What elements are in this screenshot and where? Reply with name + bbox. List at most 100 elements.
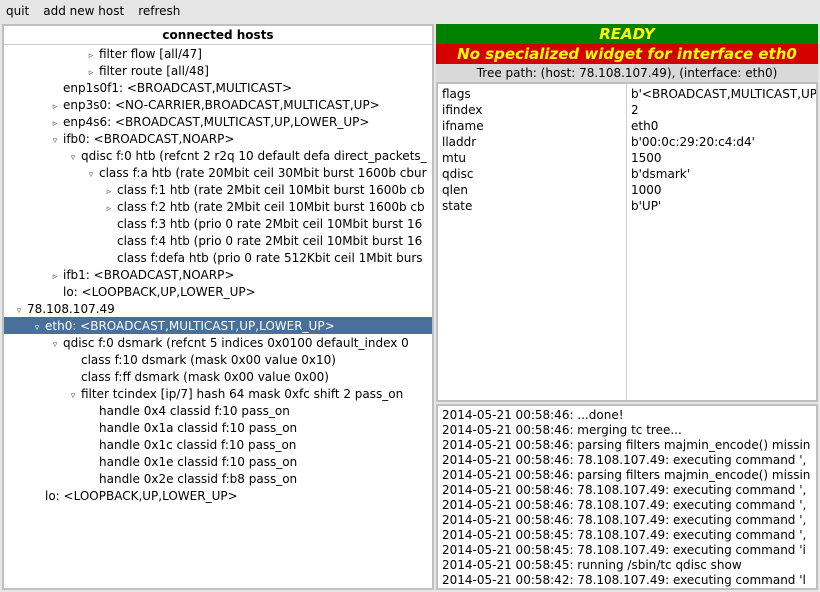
tree-row[interactable]: ▹filter flow [all/47]: [4, 45, 432, 62]
property-value[interactable]: 1000: [631, 182, 812, 198]
tree-row[interactable]: ▿ifb0: <BROADCAST,NOARP>: [4, 130, 432, 147]
tree-row[interactable]: class f:3 htb (prio 0 rate 2Mbit ceil 10…: [4, 215, 432, 232]
tree-row[interactable]: ▿qdisc f:0 dsmark (refcnt 5 indices 0x01…: [4, 334, 432, 351]
menubar: quit add new host refresh: [0, 0, 820, 22]
tree-row-label: class f:3 htb (prio 0 rate 2Mbit ceil 10…: [117, 217, 422, 231]
property-value[interactable]: b'<BROADCAST,MULTICAST,UP,L: [631, 86, 812, 102]
property-value[interactable]: 1500: [631, 150, 812, 166]
hosts-tree[interactable]: ▹filter flow [all/47]▹filter route [all/…: [4, 45, 432, 588]
property-value[interactable]: b'dsmark': [631, 166, 812, 182]
properties-keys-column[interactable]: flagsifindexifnamelladdrmtuqdiscqlenstat…: [438, 84, 627, 400]
menu-quit[interactable]: quit: [6, 4, 29, 18]
tree-row[interactable]: handle 0x1e classid f:10 pass_on: [4, 453, 432, 470]
tree-row-label: class f:4 htb (prio 0 rate 2Mbit ceil 10…: [117, 234, 422, 248]
log-line: 2014-05-21 00:58:42: 78.108.107.49: exec…: [442, 573, 812, 588]
tree-row[interactable]: class f:10 dsmark (mask 0x00 value 0x10): [4, 351, 432, 368]
expander-open-icon[interactable]: ▿: [86, 167, 96, 184]
main-area: connected hosts ▹filter flow [all/47]▹fi…: [0, 22, 820, 592]
property-value[interactable]: b'UP': [631, 198, 812, 214]
property-key[interactable]: flags: [442, 86, 622, 102]
property-key[interactable]: ifindex: [442, 102, 622, 118]
tree-row[interactable]: class f:4 htb (prio 0 rate 2Mbit ceil 10…: [4, 232, 432, 249]
tree-row-label: qdisc f:0 htb (refcnt 2 r2q 10 default d…: [81, 149, 427, 163]
expander-open-icon[interactable]: ▿: [14, 303, 24, 320]
log-line: 2014-05-21 00:58:46: 78.108.107.49: exec…: [442, 453, 812, 468]
property-key[interactable]: mtu: [442, 150, 622, 166]
tree-row[interactable]: lo: <LOOPBACK,UP,LOWER_UP>: [4, 487, 432, 504]
log-line: 2014-05-21 00:58:46: parsing filters maj…: [442, 438, 812, 453]
log-line: 2014-05-21 00:58:45: 78.108.107.49: exec…: [442, 543, 812, 558]
property-key[interactable]: state: [442, 198, 622, 214]
tree-row[interactable]: ▹filter route [all/48]: [4, 62, 432, 79]
log-line: 2014-05-21 00:58:46: 78.108.107.49: exec…: [442, 498, 812, 513]
tree-row-label: eth0: <BROADCAST,MULTICAST,UP,LOWER_UP>: [45, 319, 335, 333]
right-pane: READY No specialized widget for interfac…: [436, 24, 818, 590]
tree-row[interactable]: class f:defa htb (prio 0 rate 512Kbit ce…: [4, 249, 432, 266]
tree-row[interactable]: ▿qdisc f:0 htb (refcnt 2 r2q 10 default …: [4, 147, 432, 164]
tree-row-label: 78.108.107.49: [27, 302, 115, 316]
tree-row[interactable]: ▿eth0: <BROADCAST,MULTICAST,UP,LOWER_UP>: [4, 317, 432, 334]
expander-open-icon[interactable]: ▿: [32, 320, 42, 337]
tree-row[interactable]: handle 0x1c classid f:10 pass_on: [4, 436, 432, 453]
tree-row-label: filter flow [all/47]: [99, 47, 202, 61]
no-specialized-widget-bar: No specialized widget for interface eth0: [436, 44, 818, 64]
property-value[interactable]: b'00:0c:29:20:c4:d4': [631, 134, 812, 150]
tree-row[interactable]: ▹class f:1 htb (rate 2Mbit ceil 10Mbit b…: [4, 181, 432, 198]
log-line: 2014-05-21 00:58:46: 78.108.107.49: exec…: [442, 483, 812, 498]
log-line: 2014-05-21 00:58:45: 78.108.107.49: exec…: [442, 528, 812, 543]
tree-row[interactable]: ▹ifb1: <BROADCAST,NOARP>: [4, 266, 432, 283]
expander-open-icon[interactable]: ▿: [68, 388, 78, 405]
property-key[interactable]: qdisc: [442, 166, 622, 182]
tree-row-label: class f:ff dsmark (mask 0x00 value 0x00): [81, 370, 329, 384]
tree-row-label: class f:1 htb (rate 2Mbit ceil 10Mbit bu…: [117, 183, 425, 197]
menu-refresh[interactable]: refresh: [138, 4, 180, 18]
properties-panel: flagsifindexifnamelladdrmtuqdiscqlenstat…: [436, 82, 818, 402]
tree-row-label: qdisc f:0 dsmark (refcnt 5 indices 0x010…: [63, 336, 409, 350]
tree-path-bar: Tree path: (host: 78.108.107.49), (inter…: [436, 64, 818, 82]
tree-row-label: ifb1: <BROADCAST,NOARP>: [63, 268, 234, 282]
property-value[interactable]: 2: [631, 102, 812, 118]
tree-row[interactable]: ▿filter tcindex [ip/7] hash 64 mask 0xfc…: [4, 385, 432, 402]
tree-row[interactable]: lo: <LOOPBACK,UP,LOWER_UP>: [4, 283, 432, 300]
expander-open-icon[interactable]: ▿: [50, 133, 60, 150]
log-line: 2014-05-21 00:58:46: merging tc tree...: [442, 423, 812, 438]
log-line: 2014-05-21 00:58:45: running /sbin/tc qd…: [442, 558, 812, 573]
tree-row[interactable]: ▹enp3s0: <NO-CARRIER,BROADCAST,MULTICAST…: [4, 96, 432, 113]
tree-row-label: class f:a htb (rate 20Mbit ceil 30Mbit b…: [99, 166, 427, 180]
tree-row-label: enp3s0: <NO-CARRIER,BROADCAST,MULTICAST,…: [63, 98, 380, 112]
property-value[interactable]: eth0: [631, 118, 812, 134]
tree-row[interactable]: ▹enp4s6: <BROADCAST,MULTICAST,UP,LOWER_U…: [4, 113, 432, 130]
tree-row-label: class f:10 dsmark (mask 0x00 value 0x10): [81, 353, 336, 367]
log-line: 2014-05-21 00:58:46: parsing filters maj…: [442, 468, 812, 483]
tree-row[interactable]: handle 0x1a classid f:10 pass_on: [4, 419, 432, 436]
tree-row[interactable]: ▹class f:2 htb (rate 2Mbit ceil 10Mbit b…: [4, 198, 432, 215]
ready-bar: READY: [436, 24, 818, 44]
tree-row[interactable]: ▿78.108.107.49: [4, 300, 432, 317]
tree-row-label: filter route [all/48]: [99, 64, 209, 78]
tree-row-label: handle 0x1a classid f:10 pass_on: [99, 421, 297, 435]
property-key[interactable]: lladdr: [442, 134, 622, 150]
expander-open-icon[interactable]: ▿: [50, 337, 60, 354]
properties-values-column[interactable]: b'<BROADCAST,MULTICAST,UP,L2eth0b'00:0c:…: [627, 84, 816, 400]
tree-row-label: lo: <LOOPBACK,UP,LOWER_UP>: [45, 489, 238, 503]
connected-hosts-pane: connected hosts ▹filter flow [all/47]▹fi…: [2, 24, 434, 590]
connected-hosts-header: connected hosts: [4, 26, 432, 45]
expander-open-icon[interactable]: ▿: [68, 150, 78, 167]
tree-row[interactable]: enp1s0f1: <BROADCAST,MULTICAST>: [4, 79, 432, 96]
menu-add-new-host[interactable]: add new host: [43, 4, 124, 18]
log-line: 2014-05-21 00:58:46: 78.108.107.49: exec…: [442, 513, 812, 528]
log-panel[interactable]: 2014-05-21 00:58:46: ...done!2014-05-21 …: [436, 404, 818, 590]
tree-row-label: filter tcindex [ip/7] hash 64 mask 0xfc …: [81, 387, 403, 401]
property-key[interactable]: qlen: [442, 182, 622, 198]
tree-row[interactable]: class f:ff dsmark (mask 0x00 value 0x00): [4, 368, 432, 385]
property-key[interactable]: ifname: [442, 118, 622, 134]
tree-row-label: lo: <LOOPBACK,UP,LOWER_UP>: [63, 285, 256, 299]
log-line: 2014-05-21 00:58:46: ...done!: [442, 408, 812, 423]
tree-row-label: enp1s0f1: <BROADCAST,MULTICAST>: [63, 81, 292, 95]
tree-row-label: handle 0x1c classid f:10 pass_on: [99, 438, 296, 452]
tree-row-label: enp4s6: <BROADCAST,MULTICAST,UP,LOWER_UP…: [63, 115, 369, 129]
tree-row-label: handle 0x4 classid f:10 pass_on: [99, 404, 290, 418]
tree-row[interactable]: handle 0x2e classid f:b8 pass_on: [4, 470, 432, 487]
tree-row-label: class f:defa htb (prio 0 rate 512Kbit ce…: [117, 251, 423, 265]
tree-row-label: handle 0x1e classid f:10 pass_on: [99, 455, 297, 469]
